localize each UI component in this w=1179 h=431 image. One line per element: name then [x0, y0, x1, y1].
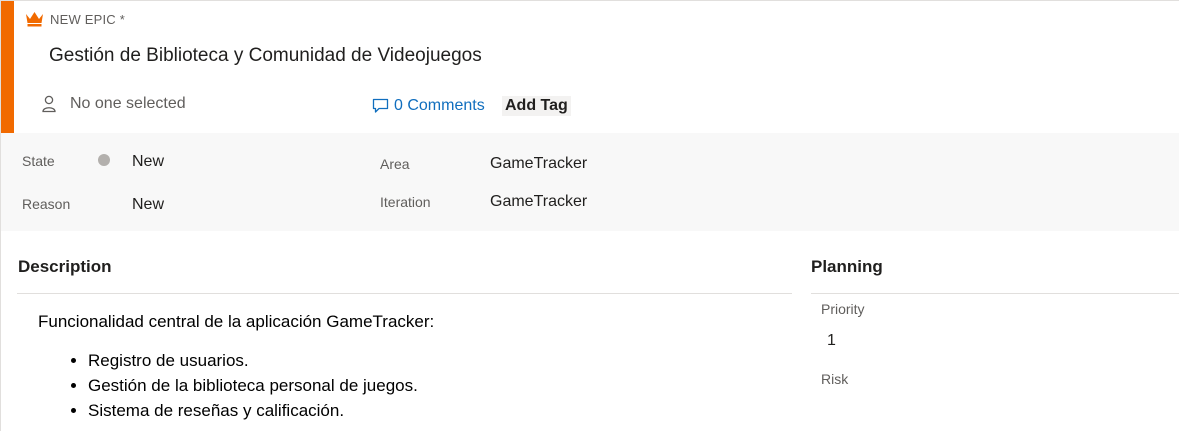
description-heading: Description — [18, 257, 112, 276]
state-label: State — [22, 153, 55, 169]
priority-field[interactable]: 1 — [827, 332, 836, 350]
comments-link[interactable]: 0 Comments — [372, 97, 485, 115]
reason-field[interactable]: New — [132, 196, 164, 214]
state-field[interactable]: New — [132, 153, 164, 171]
priority-label: Priority — [821, 301, 865, 317]
crown-icon — [26, 12, 43, 27]
risk-label: Risk — [821, 371, 849, 387]
list-item: Registro de usuarios. — [88, 348, 418, 373]
list-item: Gestión de la biblioteca personal de jue… — [88, 373, 418, 398]
list-item: Sistema de reseñas y calificación. — [88, 398, 418, 423]
comment-icon — [372, 98, 389, 113]
planning-heading: Planning — [811, 257, 883, 276]
work-item-form: NEW EPIC * Gestión de Biblioteca y Comun… — [0, 0, 1179, 431]
fields-panel: State New Reason New Area GameTracker It… — [1, 133, 1179, 231]
person-icon — [42, 95, 56, 113]
area-field[interactable]: GameTracker — [490, 155, 587, 173]
work-item-type-label: NEW EPIC * — [50, 11, 125, 27]
description-intro[interactable]: Funcionalidad central de la aplicación G… — [38, 312, 434, 332]
work-item-type-row: NEW EPIC * — [25, 11, 125, 27]
planning-divider — [811, 293, 1179, 294]
description-divider — [17, 293, 792, 294]
iteration-label: Iteration — [380, 194, 431, 210]
reason-label: Reason — [22, 196, 71, 212]
iteration-field[interactable]: GameTracker — [490, 193, 587, 211]
assignee-picker[interactable]: No one selected — [41, 95, 186, 113]
description-list[interactable]: Registro de usuarios. Gestión de la bibl… — [49, 348, 418, 423]
assignee-label: No one selected — [70, 95, 186, 112]
add-tag-button[interactable]: Add Tag — [502, 96, 571, 116]
comments-count-label: 0 Comments — [394, 97, 485, 114]
work-item-header: NEW EPIC * Gestión de Biblioteca y Comun… — [1, 1, 1179, 133]
work-item-title[interactable]: Gestión de Biblioteca y Comunidad de Vid… — [49, 45, 482, 67]
epic-color-bar — [1, 1, 14, 133]
area-label: Area — [380, 156, 410, 172]
state-indicator — [98, 154, 110, 166]
